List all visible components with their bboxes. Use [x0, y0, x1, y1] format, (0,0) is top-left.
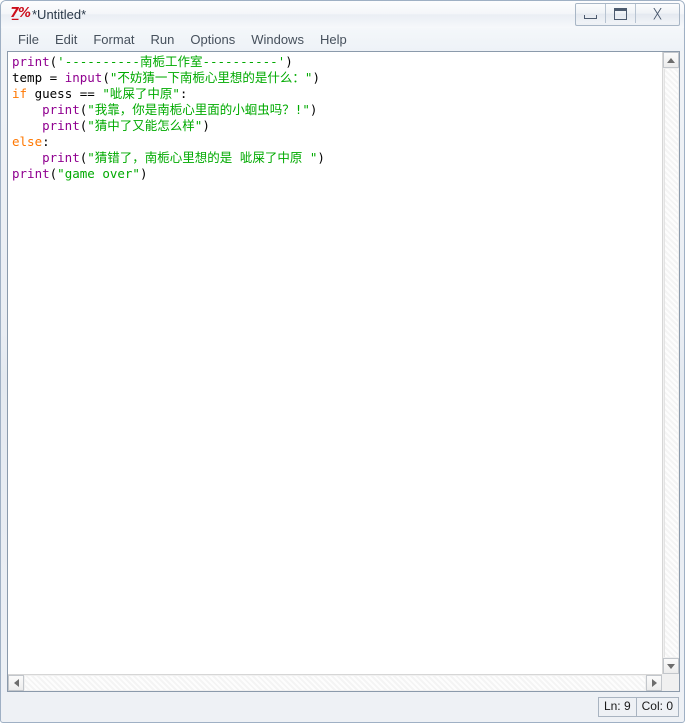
- code-token-string: '----------南栀工作室----------': [57, 54, 286, 69]
- status-column-number: Col: 0: [635, 696, 679, 717]
- code-line: print('----------南栀工作室----------'): [12, 54, 662, 70]
- minimize-icon: [576, 4, 605, 23]
- code-token-string: "猜错了，南栀心里想的是 呲屎了中原 ": [87, 150, 318, 165]
- code-token-punct: ): [202, 118, 210, 133]
- window-controls: ╳: [575, 3, 680, 26]
- code-token-string: "不妨猜一下南栀心里想的是什么：": [109, 70, 313, 85]
- maximize-icon: [606, 4, 635, 23]
- horizontal-scrollbar[interactable]: [8, 674, 662, 691]
- close-button[interactable]: ╳: [636, 4, 679, 23]
- menu-bar: File Edit Format Run Options Windows Hel…: [2, 28, 683, 51]
- menu-item-options[interactable]: Options: [182, 30, 243, 50]
- horizontal-scroll-track[interactable]: [25, 676, 645, 690]
- code-token-builtin: print: [42, 150, 80, 165]
- window-title: *Untitled*: [32, 7, 87, 22]
- menu-item-file[interactable]: File: [10, 30, 47, 50]
- code-token-keyword: if: [12, 86, 28, 101]
- scroll-left-button[interactable]: [8, 675, 24, 691]
- chevron-right-icon: [651, 679, 657, 687]
- chevron-down-icon: [667, 663, 675, 669]
- code-line: else:: [12, 134, 662, 150]
- code-token-string: "呲屎了中原": [102, 86, 180, 101]
- code-line: temp = input("不妨猜一下南栀心里想的是什么："): [12, 70, 662, 86]
- code-token-punct: ): [312, 70, 320, 85]
- editor-frame: print('----------南栀工作室----------') temp =…: [7, 51, 680, 692]
- code-token-string: "我靠，你是南栀心里面的小蛔虫吗？!": [87, 102, 310, 117]
- code-token-builtin: print: [12, 54, 50, 69]
- scroll-down-button[interactable]: [663, 658, 679, 674]
- code-token-plain: temp: [12, 70, 50, 85]
- scroll-right-button[interactable]: [646, 675, 662, 691]
- menu-item-help[interactable]: Help: [312, 30, 355, 50]
- code-token-builtin: print: [12, 166, 50, 181]
- menu-item-windows[interactable]: Windows: [243, 30, 312, 50]
- code-token-plain: =: [49, 70, 65, 85]
- menu-item-edit[interactable]: Edit: [47, 30, 85, 50]
- maximize-button[interactable]: [606, 4, 636, 23]
- code-text-area[interactable]: print('----------南栀工作室----------') temp =…: [8, 52, 662, 674]
- code-token-plain: guess ==: [27, 86, 103, 101]
- minimize-button[interactable]: [576, 4, 606, 23]
- code-line: if guess == "呲屎了中原":: [12, 86, 662, 102]
- code-line: print("猜中了又能怎么样"): [12, 118, 662, 134]
- chevron-up-icon: [667, 57, 675, 63]
- idle-editor-window: 7̲% *Untitled* ╳ File Edit Format Run Op…: [0, 0, 685, 723]
- close-icon: ╳: [653, 7, 662, 20]
- menu-item-run[interactable]: Run: [143, 30, 183, 50]
- code-line: print("game over"): [12, 166, 662, 182]
- code-token-punct: ): [317, 150, 325, 165]
- code-token-punct: (: [102, 70, 110, 85]
- code-line: print("猜错了，南栀心里想的是 呲屎了中原 "): [12, 150, 662, 166]
- code-token-punct: :: [42, 134, 50, 149]
- code-token-builtin: input: [64, 70, 103, 85]
- scroll-up-button[interactable]: [663, 52, 679, 68]
- title-bar[interactable]: 7̲% *Untitled* ╳: [1, 1, 684, 28]
- status-bar: Ln: 9 Col: 0: [2, 692, 683, 721]
- code-token-punct: ): [285, 54, 293, 69]
- vertical-scrollbar[interactable]: [662, 52, 679, 674]
- menu-item-format[interactable]: Format: [85, 30, 142, 50]
- idle-python-logo-icon: 7̲%: [10, 6, 31, 21]
- source-code: print('----------南栀工作室----------') temp =…: [12, 54, 662, 182]
- code-token-keyword: else: [12, 134, 43, 149]
- code-token-builtin: print: [42, 118, 80, 133]
- vertical-scroll-track[interactable]: [664, 69, 678, 657]
- code-token-punct: ): [309, 102, 318, 117]
- code-token-string: "game over": [57, 166, 140, 181]
- status-line-number: Ln: 9: [597, 696, 637, 717]
- code-token-builtin: print: [42, 102, 80, 117]
- scrollbar-corner: [662, 674, 679, 691]
- code-token-punct: ): [139, 166, 148, 181]
- chevron-left-icon: [13, 679, 19, 687]
- code-line: print("我靠，你是南栀心里面的小蛔虫吗？!"): [12, 102, 662, 118]
- code-token-string: "猜中了又能怎么样": [87, 118, 203, 133]
- code-token-punct: :: [179, 86, 188, 101]
